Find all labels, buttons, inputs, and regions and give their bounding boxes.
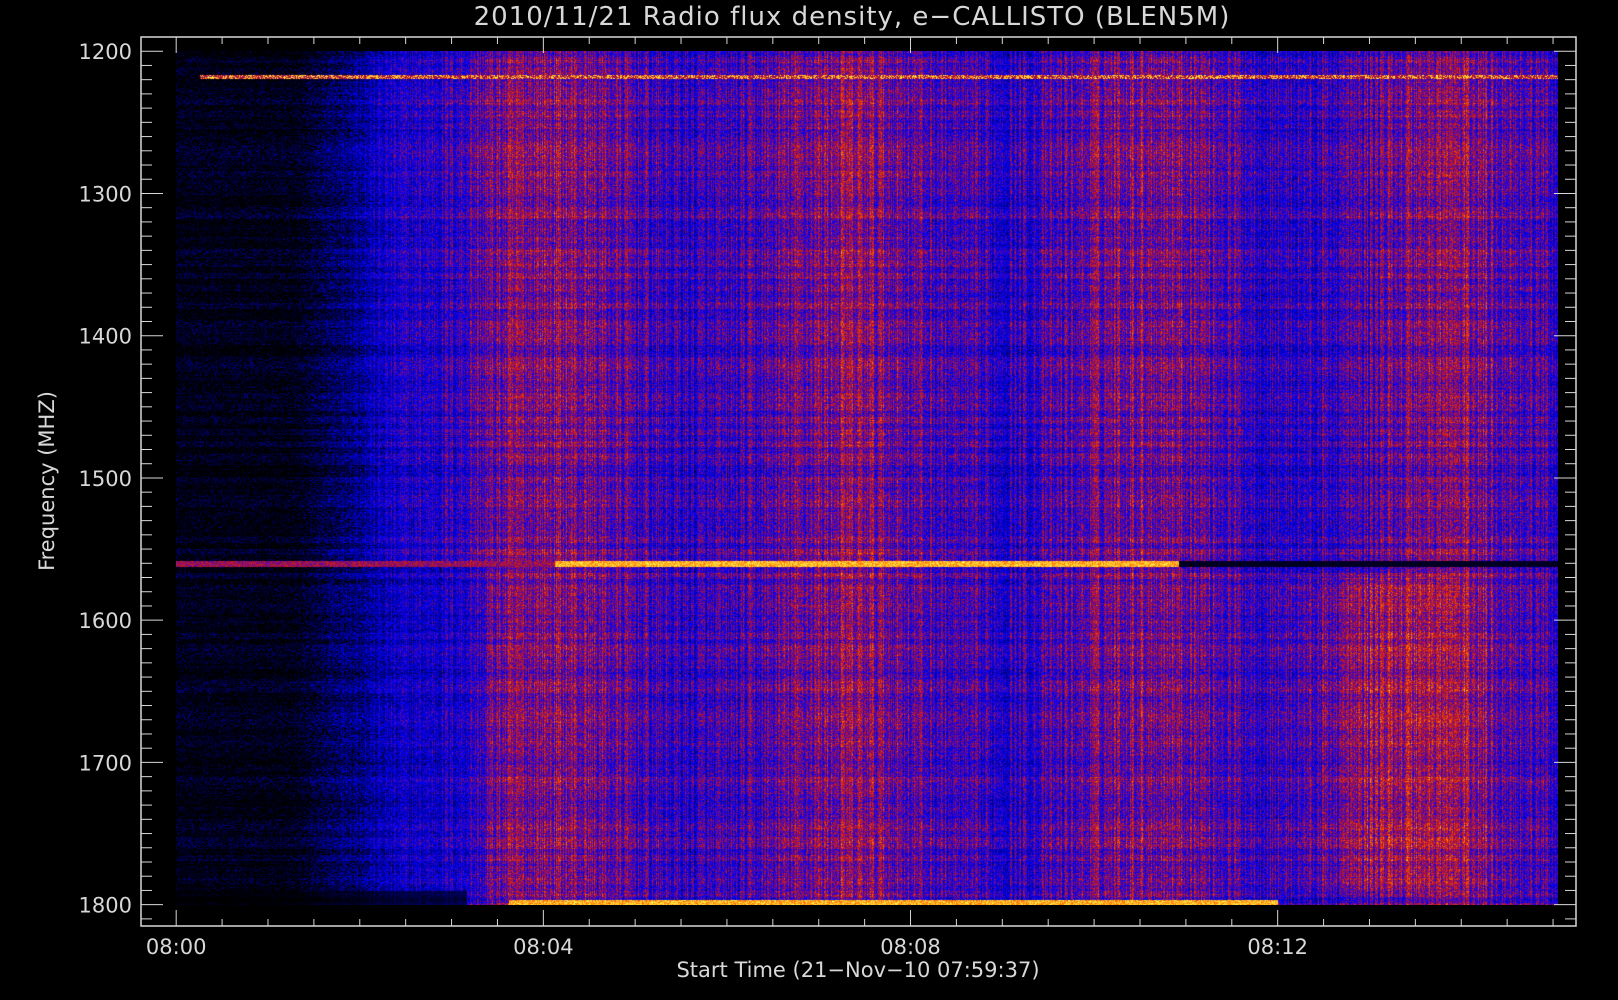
y-tick-label: 1200 (79, 40, 132, 64)
spectrogram-chart: 2010/11/21 Radio flux density, e−CALLIST… (35, 2, 1577, 982)
chart-title: 2010/11/21 Radio flux density, e−CALLIST… (474, 2, 1231, 32)
x-tick-label: 08:12 (1247, 935, 1308, 959)
y-tick-label: 1500 (79, 467, 132, 491)
heatmap-area (176, 51, 1558, 905)
y-axis-title: Frequency (MHZ) (35, 391, 59, 571)
y-tick-label: 1600 (79, 609, 132, 633)
x-tick-label: 08:04 (513, 935, 574, 959)
x-tick-label: 08:00 (146, 935, 207, 959)
y-tick-label: 1700 (79, 751, 132, 775)
x-axis-title: Start Time (21−Nov−10 07:59:37) (676, 958, 1039, 982)
y-tick-label: 1800 (79, 894, 132, 918)
x-tick-label: 08:08 (880, 935, 941, 959)
y-tick-label: 1300 (79, 182, 132, 206)
y-tick-label: 1400 (79, 325, 132, 349)
spectrogram-image (176, 51, 1558, 905)
